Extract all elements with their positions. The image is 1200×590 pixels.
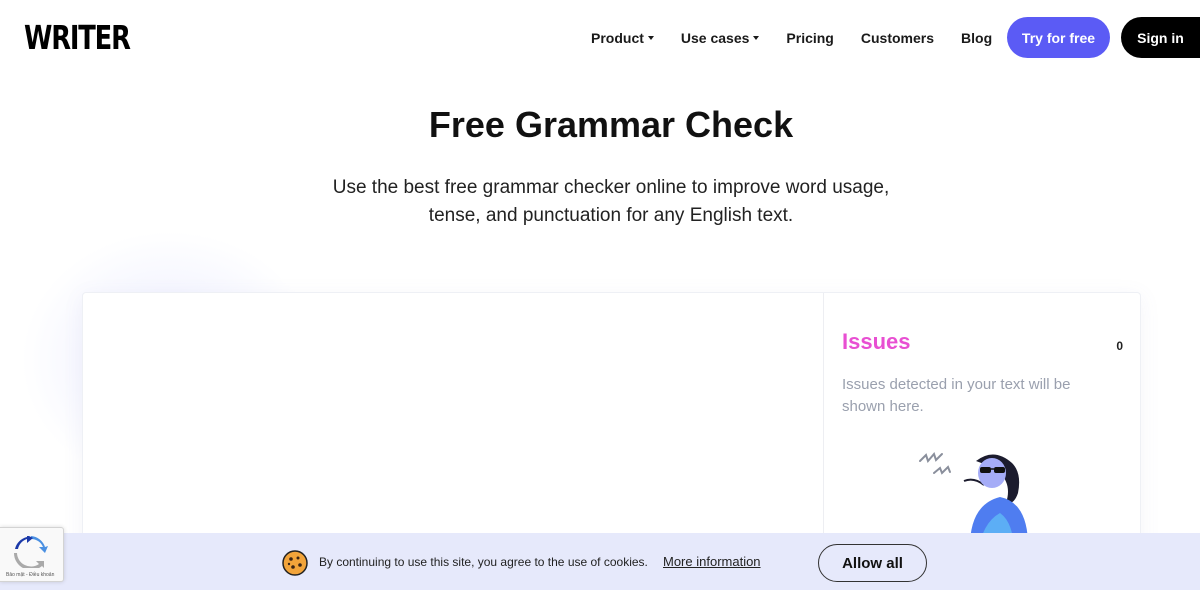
main-nav: Product Use cases Pricing Customers Blog bbox=[591, 28, 1019, 48]
chevron-down-icon bbox=[647, 36, 654, 40]
nav-item-label: Blog bbox=[961, 30, 993, 46]
recaptcha-label: Bảo mật - Điều khoản bbox=[6, 572, 55, 578]
nav-item-label: Product bbox=[591, 30, 644, 46]
issues-count: 0 bbox=[1116, 339, 1123, 353]
allow-all-button[interactable]: Allow all bbox=[818, 544, 927, 582]
nav-item-customers[interactable]: Customers bbox=[861, 30, 934, 46]
grammar-check-card: Issues 0 Issues detected in your text wi… bbox=[82, 292, 1141, 553]
cookie-icon bbox=[282, 550, 308, 576]
more-information-link[interactable]: More information bbox=[663, 554, 761, 569]
nav-item-pricing[interactable]: Pricing bbox=[786, 30, 833, 46]
issues-description: Issues detected in your text will be sho… bbox=[842, 376, 1071, 415]
nav-item-blog[interactable]: Blog bbox=[961, 30, 992, 46]
text-editor[interactable] bbox=[83, 293, 823, 551]
page-title: Free Grammar Check bbox=[428, 104, 794, 145]
cookie-text: By continuing to use this site, you agre… bbox=[319, 555, 648, 569]
subtitle-line-2: tense, and punctuation for any English t… bbox=[428, 205, 794, 226]
sign-in-button[interactable]: Sign in bbox=[1121, 17, 1200, 58]
issues-panel: Issues 0 Issues detected in your text wi… bbox=[823, 293, 1141, 553]
recaptcha-badge[interactable]: Bảo mật - Điều khoản bbox=[0, 527, 64, 582]
writer-logo[interactable]: WRITER bbox=[24, 18, 131, 58]
nav-item-product[interactable]: Product bbox=[591, 30, 654, 46]
nav-item-label: Pricing bbox=[786, 30, 834, 46]
nav-item-use-cases[interactable]: Use cases bbox=[681, 30, 760, 46]
page-subtitle: Use the best free grammar checker online… bbox=[0, 174, 1200, 230]
nav-item-label: Use cases bbox=[680, 30, 750, 46]
try-for-free-button[interactable]: Try for free bbox=[1007, 17, 1110, 58]
site-header: WRITER Product Use cases Pricing Custome… bbox=[0, 0, 1200, 76]
issues-title: Issues bbox=[842, 329, 911, 354]
recaptcha-icon bbox=[14, 536, 48, 568]
chevron-down-icon bbox=[753, 36, 760, 40]
subtitle-line-1: Use the best free grammar checker online… bbox=[332, 177, 890, 198]
nav-item-label: Customers bbox=[860, 30, 935, 46]
cookie-consent-bar: By continuing to use this site, you agre… bbox=[0, 533, 1200, 590]
